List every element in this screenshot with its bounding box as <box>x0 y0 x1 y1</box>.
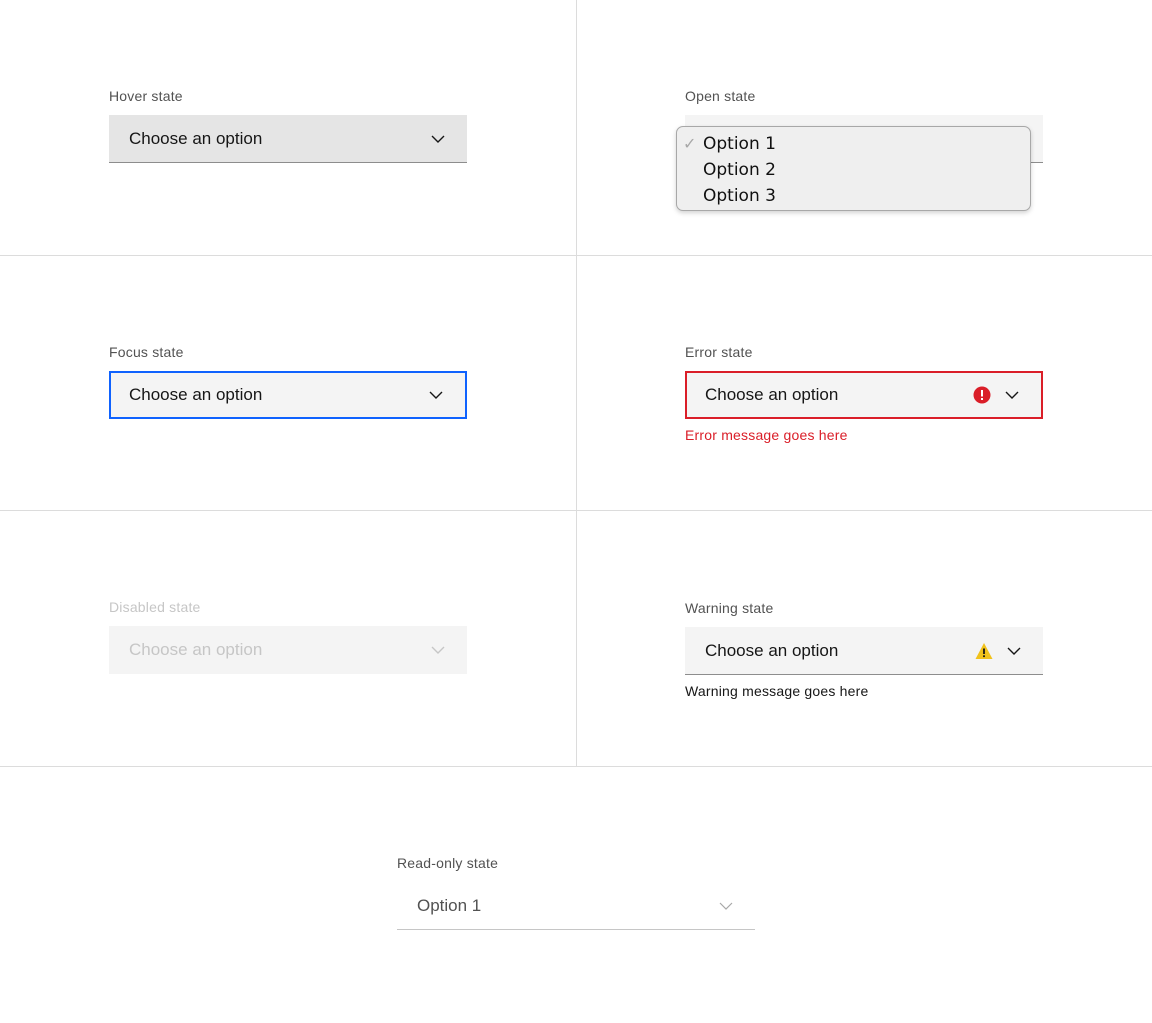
warning-filled-icon <box>975 642 993 660</box>
dropdown-trigger[interactable]: Choose an option <box>109 115 467 163</box>
grid-divider-vertical <box>576 0 577 766</box>
grid-divider-row-2 <box>0 510 1152 511</box>
dropdown-disabled: Disabled state Choose an option <box>109 598 467 674</box>
dropdown-options-menu: ✓ Option 1 Option 2 Option 3 <box>676 126 1031 211</box>
chevron-down-icon <box>429 391 443 399</box>
field-label: Warning state <box>685 600 774 616</box>
field-label: Hover state <box>109 88 183 104</box>
field-label: Open state <box>685 88 756 104</box>
menu-option[interactable]: ✓ Option 1 <box>677 131 1030 157</box>
chevron-down-icon <box>1007 647 1021 655</box>
chevron-down-icon <box>431 646 445 654</box>
dropdown-trigger: Choose an option <box>109 626 467 674</box>
chevron-down-icon <box>719 902 733 910</box>
dropdown-trigger[interactable]: Choose an option <box>109 371 467 419</box>
checkmark-icon: ✓ <box>683 134 697 153</box>
dropdown-value: Choose an option <box>129 128 263 148</box>
chevron-down-icon <box>431 135 445 143</box>
dropdown-readonly: Read-only state Option 1 <box>397 854 755 930</box>
chevron-down-icon <box>1005 391 1019 399</box>
dropdown-trigger[interactable]: Choose an option <box>685 371 1043 419</box>
dropdown-focus: Focus state Choose an option <box>109 343 467 419</box>
menu-option-label: Option 3 <box>703 186 776 206</box>
dropdown-trigger[interactable]: Choose an option <box>685 627 1043 675</box>
grid-divider-row-3 <box>0 766 1152 767</box>
dropdown-error: Error state Choose an option Error messa… <box>685 343 1043 443</box>
field-label: Error state <box>685 344 753 360</box>
dropdown-trigger: Option 1 <box>397 882 755 930</box>
dropdown-warning: Warning state Choose an option Warning m… <box>685 599 1043 699</box>
grid-divider-row-1 <box>0 255 1152 256</box>
menu-option-label: Option 1 <box>703 134 776 154</box>
warning-message: Warning message goes here <box>685 683 869 699</box>
field-label: Read-only state <box>397 855 499 871</box>
menu-option[interactable]: Option 3 <box>677 183 1030 209</box>
dropdown-value: Option 1 <box>417 895 482 915</box>
dropdown-value: Choose an option <box>129 385 263 404</box>
error-filled-icon <box>973 386 991 404</box>
field-label: Disabled state <box>109 599 201 615</box>
dropdown-hover: Hover state Choose an option <box>109 87 467 163</box>
error-message: Error message goes here <box>685 427 848 443</box>
menu-option[interactable]: Option 2 <box>677 157 1030 183</box>
field-label: Focus state <box>109 344 184 360</box>
dropdown-value: Choose an option <box>129 640 263 659</box>
menu-option-label: Option 2 <box>703 160 776 180</box>
